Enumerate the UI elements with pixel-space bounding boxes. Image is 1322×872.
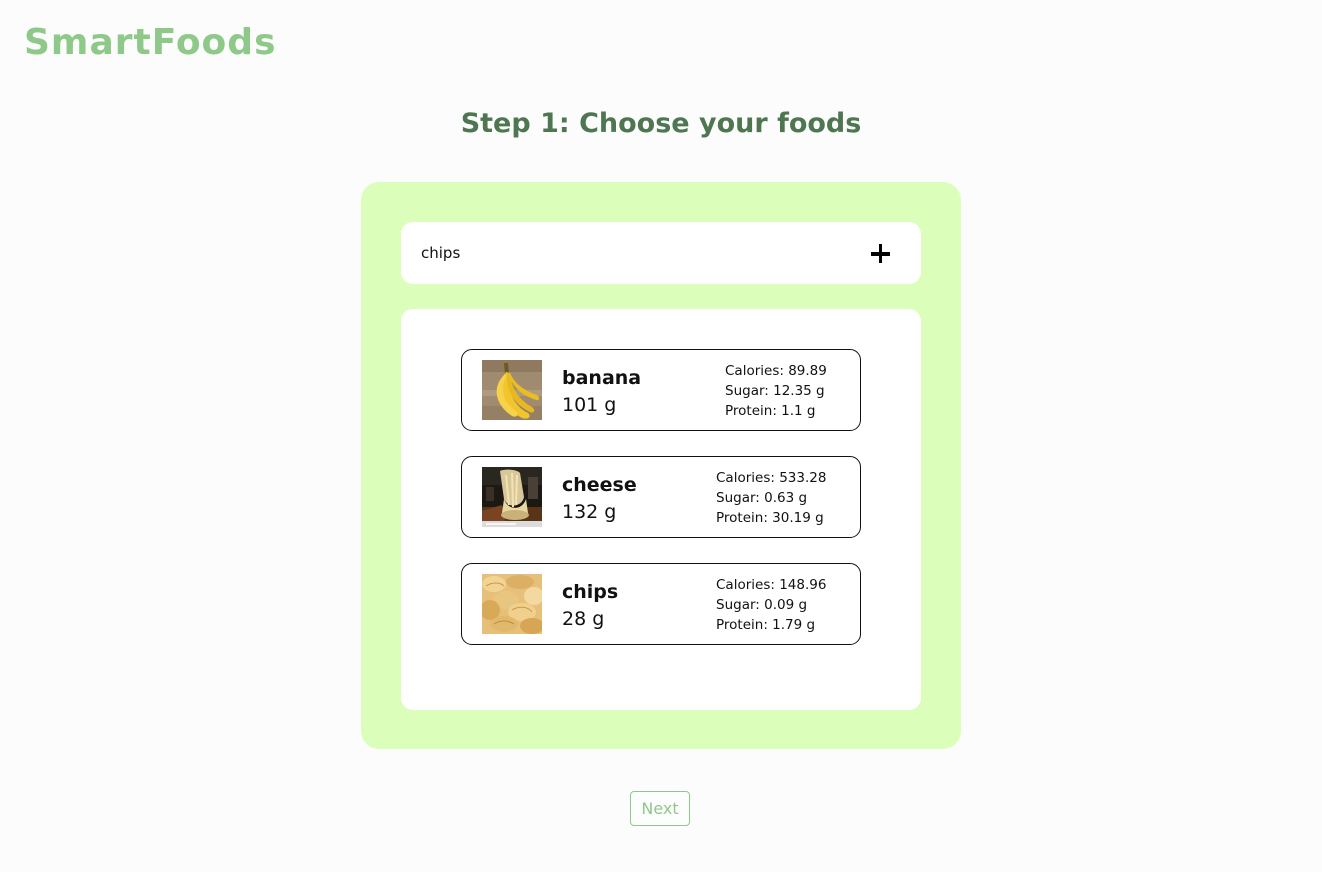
food-quantity: 132 g bbox=[562, 501, 617, 523]
nutrient-info: Calories: 533.28 Sugar: 0.63 g Protein: … bbox=[716, 468, 826, 528]
sugar-value: Sugar: 0.09 g bbox=[716, 597, 808, 613]
food-card-chips[interactable]: chips 28 g Calories: 148.96 Sugar: 0.09 … bbox=[461, 563, 861, 645]
food-quantity: 101 g bbox=[562, 394, 617, 416]
banana-image bbox=[482, 360, 542, 420]
food-search-bar bbox=[401, 222, 921, 284]
calories-value: Calories: 533.28 bbox=[716, 470, 827, 486]
food-search-input[interactable] bbox=[421, 238, 841, 268]
protein-value: Protein: 1.1 g bbox=[725, 403, 816, 419]
selected-foods-list: banana 101 g Calories: 89.89 Sugar: 12.3… bbox=[401, 309, 921, 710]
food-card-banana[interactable]: banana 101 g Calories: 89.89 Sugar: 12.3… bbox=[461, 349, 861, 431]
protein-value: Protein: 30.19 g bbox=[716, 510, 824, 526]
sugar-value: Sugar: 0.63 g bbox=[716, 490, 808, 506]
calories-value: Calories: 148.96 bbox=[716, 577, 827, 593]
nutrient-info: Calories: 89.89 Sugar: 12.35 g Protein: … bbox=[725, 361, 827, 421]
food-name: chips bbox=[562, 581, 619, 603]
food-card-cheese[interactable]: cheese 132 g Calories: 533.28 Sugar: 0.6… bbox=[461, 456, 861, 538]
sugar-value: Sugar: 12.35 g bbox=[725, 383, 825, 399]
food-quantity: 28 g bbox=[562, 608, 605, 630]
next-button[interactable]: Next bbox=[630, 791, 690, 826]
page-title: Step 1: Choose your foods bbox=[460, 108, 862, 139]
chips-image bbox=[482, 574, 542, 634]
cheese-image bbox=[482, 467, 542, 527]
add-food-button[interactable] bbox=[861, 235, 901, 271]
food-name: banana bbox=[562, 367, 642, 389]
app-logo-title: SmartFoods bbox=[24, 22, 277, 63]
calories-value: Calories: 89.89 bbox=[725, 363, 827, 379]
nutrient-info: Calories: 148.96 Sugar: 0.09 g Protein: … bbox=[716, 575, 826, 635]
food-selection-panel: banana 101 g Calories: 89.89 Sugar: 12.3… bbox=[361, 182, 961, 749]
food-name: cheese bbox=[562, 474, 637, 496]
protein-value: Protein: 1.79 g bbox=[716, 617, 816, 633]
